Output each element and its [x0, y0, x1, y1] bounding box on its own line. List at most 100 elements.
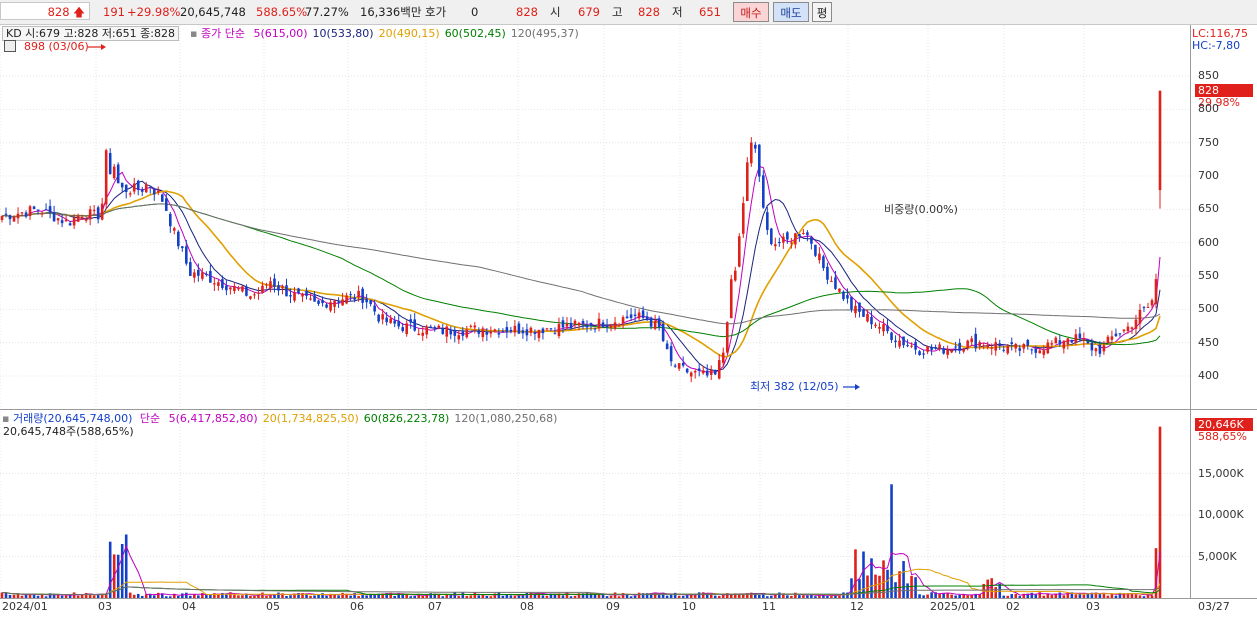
candle-body: [417, 333, 421, 336]
candle-body: [104, 150, 108, 205]
volume-bar: [465, 595, 469, 598]
volume-bar: [741, 594, 745, 598]
chart-settings-icon[interactable]: [4, 40, 16, 54]
candle-body: [0, 216, 4, 220]
candle-body: [637, 312, 641, 319]
volume-bar: [922, 595, 925, 598]
candle-body: [850, 296, 853, 310]
candle-body: [245, 286, 248, 296]
candle-body: [449, 329, 453, 335]
candle-body: [541, 328, 545, 334]
volume-bar: [461, 592, 465, 598]
candle-body: [273, 278, 276, 287]
candle-body: [697, 368, 701, 371]
ma-legend-item-2: 20(490,15): [378, 27, 440, 40]
volume-bar: [970, 594, 973, 598]
candle-body: [1010, 342, 1014, 345]
volume-bar: [866, 575, 869, 598]
annotation-label: 비중량(0.00%): [884, 203, 958, 216]
volume-bar: [341, 592, 344, 598]
volume-bar: [76, 595, 80, 598]
volume-bar: [918, 594, 921, 598]
volume-bar: [1058, 592, 1062, 598]
candle-body: [257, 292, 260, 294]
candle-body: [962, 348, 965, 352]
candle-body: [737, 236, 741, 267]
candle-body: [842, 291, 845, 300]
volume-bar: [681, 595, 685, 598]
candle-body: [774, 244, 777, 247]
candle-body: [197, 269, 200, 276]
volume-bar: [713, 595, 717, 598]
candle-body: [517, 323, 521, 334]
price-chart[interactable]: [0, 0, 1257, 623]
candle-body: [786, 232, 789, 240]
x-tick-5: 07: [428, 600, 442, 613]
candle-body: [677, 363, 681, 369]
candle-body: [790, 242, 793, 244]
candle-body: [745, 162, 749, 202]
candle-body: [485, 332, 489, 335]
candle-body: [858, 302, 861, 312]
candle-body: [758, 144, 761, 177]
volume-bar: [830, 596, 833, 598]
candle-body: [229, 287, 232, 290]
volume-bar: [1138, 595, 1142, 598]
volume-bar: [92, 595, 96, 598]
y-tick-1: 800: [1198, 102, 1219, 116]
candle-body: [1134, 319, 1138, 329]
candle-body: [1098, 344, 1102, 354]
volume-bar: [333, 594, 336, 598]
candle-body: [489, 331, 493, 334]
candle-body: [425, 326, 429, 335]
volume-bar: [826, 595, 829, 598]
candle-body: [770, 228, 773, 245]
volume-bar: [124, 534, 128, 598]
candle-body: [533, 332, 537, 334]
candle-body: [974, 333, 977, 349]
volume-bar: [717, 595, 721, 598]
candle-body: [92, 209, 96, 211]
volume-bar: [737, 594, 741, 598]
candle-body: [966, 340, 969, 348]
volume-bar: [770, 595, 773, 598]
volume-bar: [325, 595, 328, 598]
candle-body: [189, 262, 192, 276]
volume-bar: [778, 592, 781, 598]
candle-body: [337, 301, 340, 303]
candle-body: [601, 322, 605, 328]
volume-bar: [545, 595, 549, 598]
candle-body: [277, 285, 280, 291]
volume-bar: [1006, 595, 1010, 598]
candle-body: [409, 319, 413, 323]
candle-body: [373, 305, 376, 312]
candle-body: [954, 346, 957, 348]
candle-body: [766, 212, 769, 230]
volume-bar: [337, 595, 340, 598]
candle-body: [205, 273, 208, 275]
volume-bar: [798, 595, 801, 598]
volume-bar: [886, 569, 889, 598]
stock-info-box[interactable]: KD 시:679 고:828 저:651 종:828: [2, 26, 179, 41]
candle-body: [505, 327, 509, 333]
candle-body: [24, 212, 28, 217]
vol-tick-1: 10,000K: [1198, 508, 1244, 521]
volume-plot-bg: [0, 410, 1190, 598]
volume-bar: [120, 544, 124, 598]
x-tick-9: 11: [762, 600, 776, 613]
volume-bar: [898, 571, 901, 598]
volume-bar: [990, 578, 994, 598]
candle-body: [934, 347, 937, 349]
candle-body: [826, 266, 829, 280]
candle-body: [705, 370, 709, 376]
volume-ma-item-3: 120(1,080,250,68): [454, 412, 558, 425]
x-tick-1: 03: [98, 600, 112, 613]
volume-bar: [321, 593, 324, 598]
volume-bar: [189, 595, 192, 598]
candle-body: [1154, 279, 1158, 305]
candle-body: [990, 347, 994, 349]
volume-bar: [357, 595, 360, 598]
candle-body: [152, 189, 156, 195]
candle-body: [20, 212, 24, 214]
candle-body: [317, 300, 320, 304]
